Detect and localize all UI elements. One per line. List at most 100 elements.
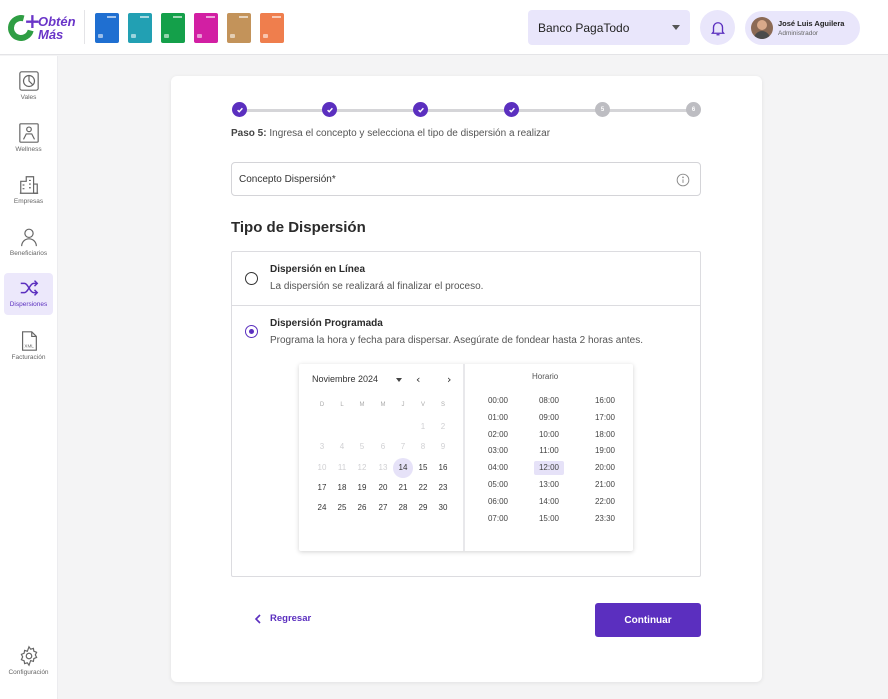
back-button[interactable]: Regresar [254,613,311,624]
calendar-day: 11 [337,463,347,472]
time-option[interactable]: 22:00 [590,495,620,509]
time-option[interactable]: 13:00 [534,478,564,492]
time-option[interactable]: 21:00 [590,478,620,492]
product-card-1[interactable] [95,13,119,43]
time-option[interactable]: 02:00 [483,428,513,442]
time-option[interactable]: 04:00 [483,461,513,475]
step-instructions: Paso 5: Ingresa el concepto y selecciona… [231,128,550,139]
sidebar-item-label: Vales [20,94,37,101]
sidebar-item-empresas[interactable]: Empresas [4,170,53,212]
sidebar-item-vales[interactable]: Vales [4,66,53,108]
time-option[interactable]: 03:00 [483,444,513,458]
sidebar-item-wellness[interactable]: Wellness [4,118,53,160]
radio-en-linea[interactable] [245,272,258,285]
time-option[interactable]: 23:30 [590,512,620,526]
calendar-day[interactable]: 17 [312,480,332,496]
sidebar-item-facturacion[interactable]: XML Facturación [4,326,53,368]
obten-mas-logo[interactable]: + Obtén Más [3,9,78,46]
step-prefix: Paso 5: [231,128,267,139]
sidebar: Vales Wellness Empresas Beneficiarios Di… [0,56,58,699]
calendar-day: 4 [339,442,345,451]
month-select[interactable]: Noviembre 2024 [312,374,378,384]
picker-divider [463,364,465,551]
product-card-4[interactable] [194,13,218,43]
prev-month-button[interactable]: ‹ [416,373,420,386]
calendar-day[interactable]: 29 [413,500,433,516]
time-option[interactable]: 18:00 [590,428,620,442]
concept-field-label: Concepto Dispersión* [239,174,336,185]
calendar-day: 13 [378,463,388,472]
time-option[interactable]: 00:00 [483,394,513,408]
header-divider [84,10,85,44]
weekday-label: J [401,402,405,408]
time-option[interactable]: 05:00 [483,478,513,492]
radio-programada[interactable] [245,325,258,338]
calendar-day[interactable]: 25 [332,500,352,516]
calendar-day: 10 [317,463,327,472]
weekday-label: S [440,402,445,408]
calendar-day[interactable]: 28 [393,500,413,516]
user-menu[interactable]: José Luis Aguilera Administrador [745,11,860,45]
step-3 [413,102,428,117]
sidebar-item-configuracion[interactable]: Configuración [4,641,53,683]
top-bar: + Obtén Más Banco PagaTodo José Luis Agu… [0,0,888,55]
concept-field[interactable]: Concepto Dispersión* [231,162,701,196]
calendar-day: 5 [359,442,365,451]
calendar-day[interactable]: 23 [433,480,453,496]
avatar [751,17,773,39]
time-option[interactable]: 09:00 [534,411,564,425]
time-option[interactable]: 08:00 [534,394,564,408]
calendar-day[interactable]: 24 [312,500,332,516]
calendar-day[interactable]: 21 [393,480,413,496]
section-title: Tipo de Dispersión [231,219,366,236]
sidebar-item-beneficiarios[interactable]: Beneficiarios [4,222,53,264]
product-card-2[interactable] [128,13,152,43]
time-option[interactable]: 19:00 [590,444,620,458]
continue-button[interactable]: Continuar [595,603,701,637]
calendar-day[interactable]: 16 [433,460,453,476]
time-option[interactable]: 07:00 [483,512,513,526]
next-month-button[interactable]: › [447,373,451,386]
calendar-day[interactable]: 20 [373,480,393,496]
info-icon[interactable] [676,173,690,187]
calendar-day[interactable]: 30 [433,500,453,516]
sidebar-item-dispersiones[interactable]: Dispersiones [4,273,53,315]
time-option[interactable]: 12:00 [534,461,564,475]
sidebar-item-label: Empresas [13,198,44,205]
calendar-day[interactable]: 26 [352,500,372,516]
calendar-day[interactable]: 27 [373,500,393,516]
product-card-5[interactable] [227,13,251,43]
step-2 [322,102,337,117]
weekday-label: M [359,402,365,408]
time-option[interactable]: 16:00 [590,394,620,408]
calendar-day: 6 [380,442,386,451]
bank-select[interactable]: Banco PagaTodo [528,10,690,45]
time-option[interactable]: 15:00 [534,512,564,526]
product-card-3[interactable] [161,13,185,43]
chevron-down-icon[interactable] [396,378,402,382]
horario-label: Horario [532,372,559,381]
product-card-6[interactable] [260,13,284,43]
time-option[interactable]: 14:00 [534,495,564,509]
time-option[interactable]: 10:00 [534,428,564,442]
calendar-day[interactable]: 18 [332,480,352,496]
calendar-day: 9 [440,442,446,451]
notifications-button[interactable] [700,10,735,45]
user-role: Administrador [778,30,819,37]
time-option[interactable]: 01:00 [483,411,513,425]
sidebar-item-label: Facturación [11,354,46,361]
time-option[interactable]: 06:00 [483,495,513,509]
calendar-day[interactable]: 19 [352,480,372,496]
sidebar-item-label: Beneficiarios [9,250,48,257]
time-option[interactable]: 17:00 [590,411,620,425]
time-option[interactable]: 11:00 [534,444,564,458]
weekday-label: L [340,402,344,408]
time-option[interactable]: 20:00 [590,461,620,475]
calendar-day: 2 [440,422,446,431]
calendar-day[interactable]: 15 [413,460,433,476]
bell-icon [710,21,725,35]
calendar-day[interactable]: 22 [413,480,433,496]
sidebar-item-label: Dispersiones [9,301,48,308]
calendar-day[interactable]: 14 [393,458,413,478]
step-description: Ingresa el concepto y selecciona el tipo… [269,128,551,139]
